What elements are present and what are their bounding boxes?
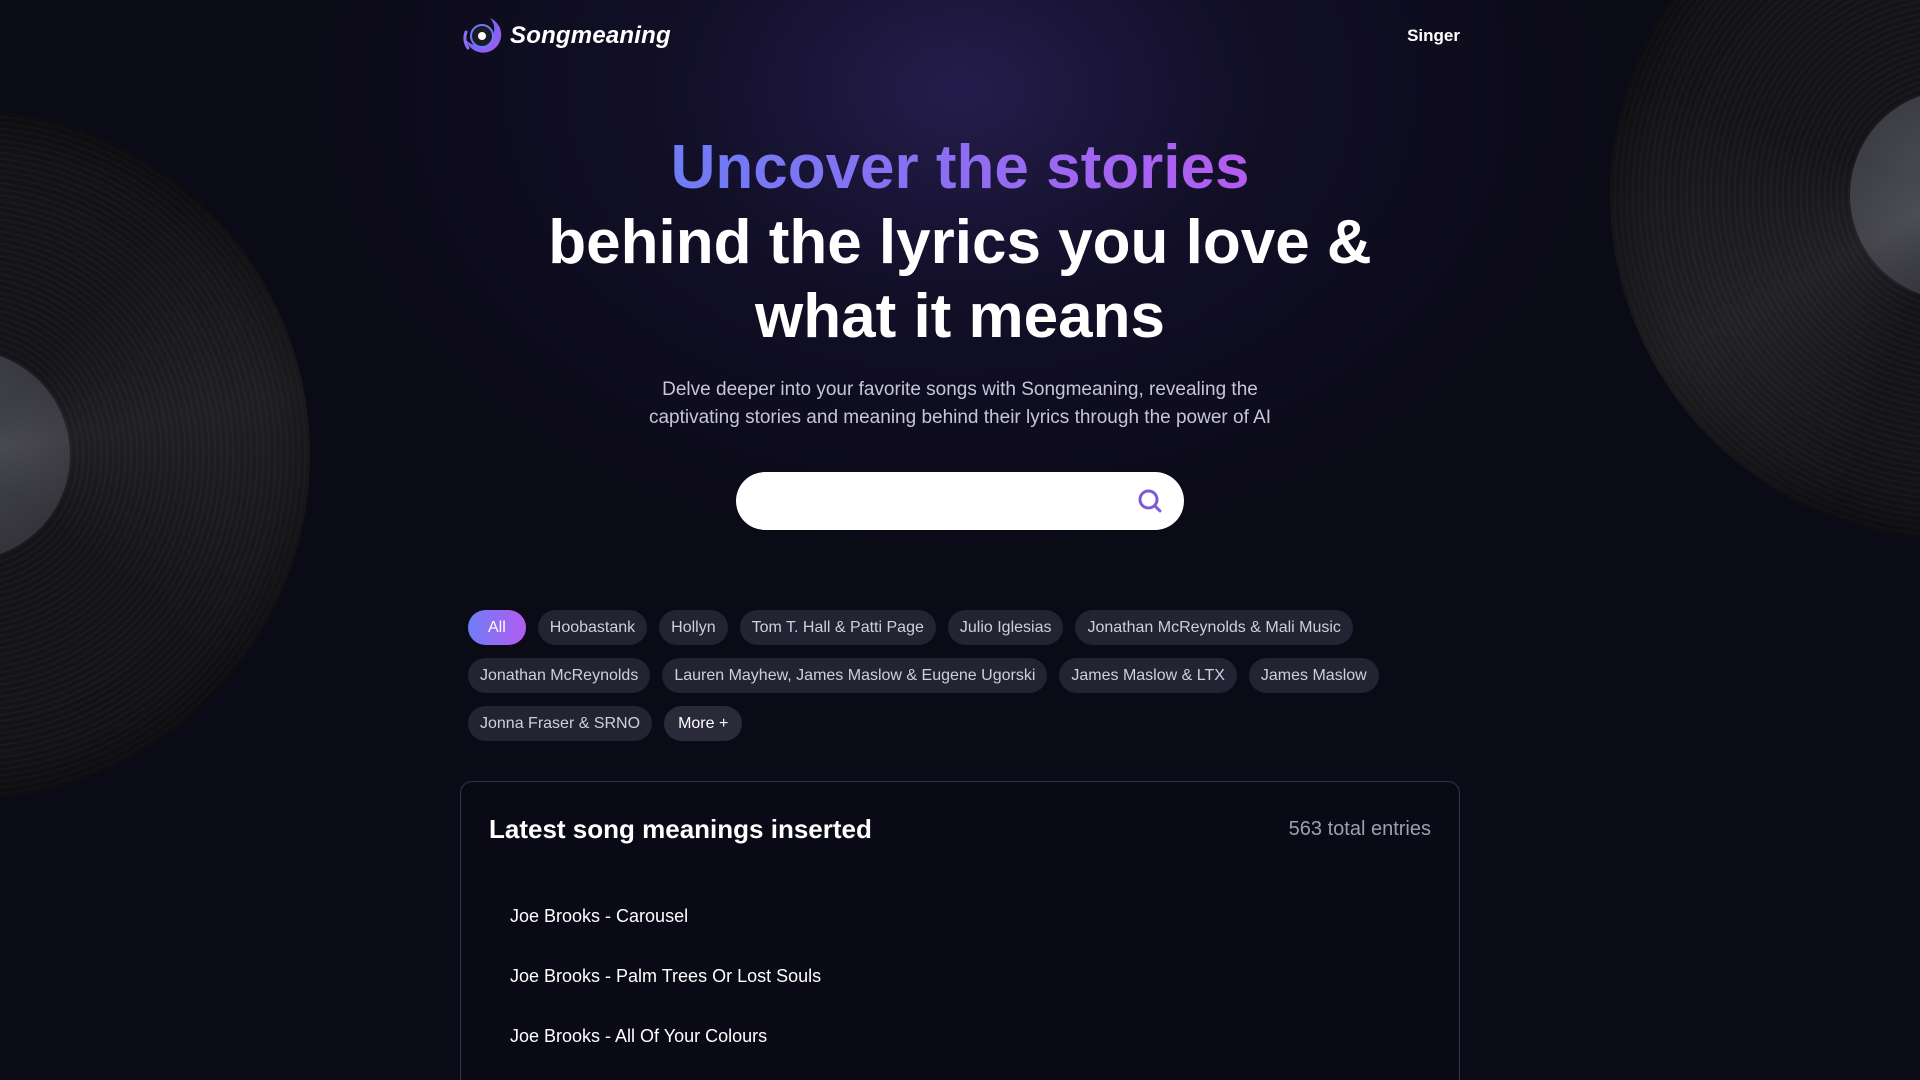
- chip-jonna-fraser-srno[interactable]: Jonna Fraser & SRNO: [468, 706, 653, 741]
- singer-filter-chips: All Hoobastank Hollyn Tom T. Hall & Patt…: [468, 610, 1428, 741]
- chip-tom-t-hall-patti-page[interactable]: Tom T. Hall & Patti Page: [739, 610, 936, 645]
- brand-name: Songmeaning: [510, 22, 671, 49]
- hero-section: Uncover the stories behind the lyrics yo…: [460, 130, 1460, 432]
- hero-title-accent: Uncover the stories: [671, 130, 1250, 206]
- hero-subtitle: Delve deeper into your favorite songs wi…: [610, 376, 1310, 432]
- latest-meanings-title: Latest song meanings inserted: [489, 813, 872, 844]
- chip-more-button[interactable]: More +: [664, 706, 743, 741]
- list-item[interactable]: Joe Brooks - All Of Your Colours: [461, 1006, 1459, 1066]
- header: Songmeaning Singer: [460, 14, 1460, 58]
- search-icon[interactable]: [1136, 487, 1164, 515]
- chip-all[interactable]: All: [468, 610, 526, 645]
- latest-meanings-header: Latest song meanings inserted 563 total …: [461, 792, 1459, 866]
- latest-meanings-list: Joe Brooks - Carousel Joe Brooks - Palm …: [461, 886, 1459, 1066]
- list-item[interactable]: Joe Brooks - Palm Trees Or Lost Souls: [461, 946, 1459, 1006]
- page: Songmeaning Singer Uncover the stories b…: [0, 0, 1920, 1080]
- latest-meanings-panel: Latest song meanings inserted 563 total …: [460, 781, 1460, 1080]
- hero-subtitle-line-2: captivating stories and meaning behind t…: [648, 407, 1272, 428]
- brand-link[interactable]: Songmeaning: [460, 14, 671, 58]
- search-bar: [736, 472, 1184, 530]
- vinyl-sheen-right: [1610, 0, 1920, 540]
- chip-james-maslow-ltx[interactable]: James Maslow & LTX: [1059, 658, 1237, 693]
- chip-lauren-mayhew-james-maslow-eugene-ugorski[interactable]: Lauren Mayhew, James Maslow & Eugene Ugo…: [662, 658, 1048, 693]
- chip-jonathan-mcreynolds-mali-music[interactable]: Jonathan McReynolds & Mali Music: [1075, 610, 1353, 645]
- chip-hollyn[interactable]: Hollyn: [659, 610, 728, 645]
- chip-james-maslow[interactable]: James Maslow: [1248, 658, 1379, 693]
- vinyl-sheen-left: [0, 110, 310, 800]
- chip-hoobastank[interactable]: Hoobastank: [537, 610, 648, 645]
- total-entries-count: 563 total entries: [1288, 817, 1431, 840]
- songmeaning-logo-icon: [463, 18, 502, 53]
- chip-julio-iglesias[interactable]: Julio Iglesias: [947, 610, 1064, 645]
- nav-singer-link[interactable]: Singer: [1407, 26, 1460, 46]
- hero-title-line-3: what it means: [755, 282, 1165, 351]
- hero-title-line-2: behind the lyrics you love &: [548, 208, 1372, 277]
- chip-jonathan-mcreynolds[interactable]: Jonathan McReynolds: [468, 658, 651, 693]
- search-input[interactable]: [762, 489, 1136, 513]
- list-item[interactable]: Joe Brooks - Carousel: [461, 886, 1459, 946]
- hero-subtitle-line-1: Delve deeper into your favorite songs wi…: [662, 379, 1258, 400]
